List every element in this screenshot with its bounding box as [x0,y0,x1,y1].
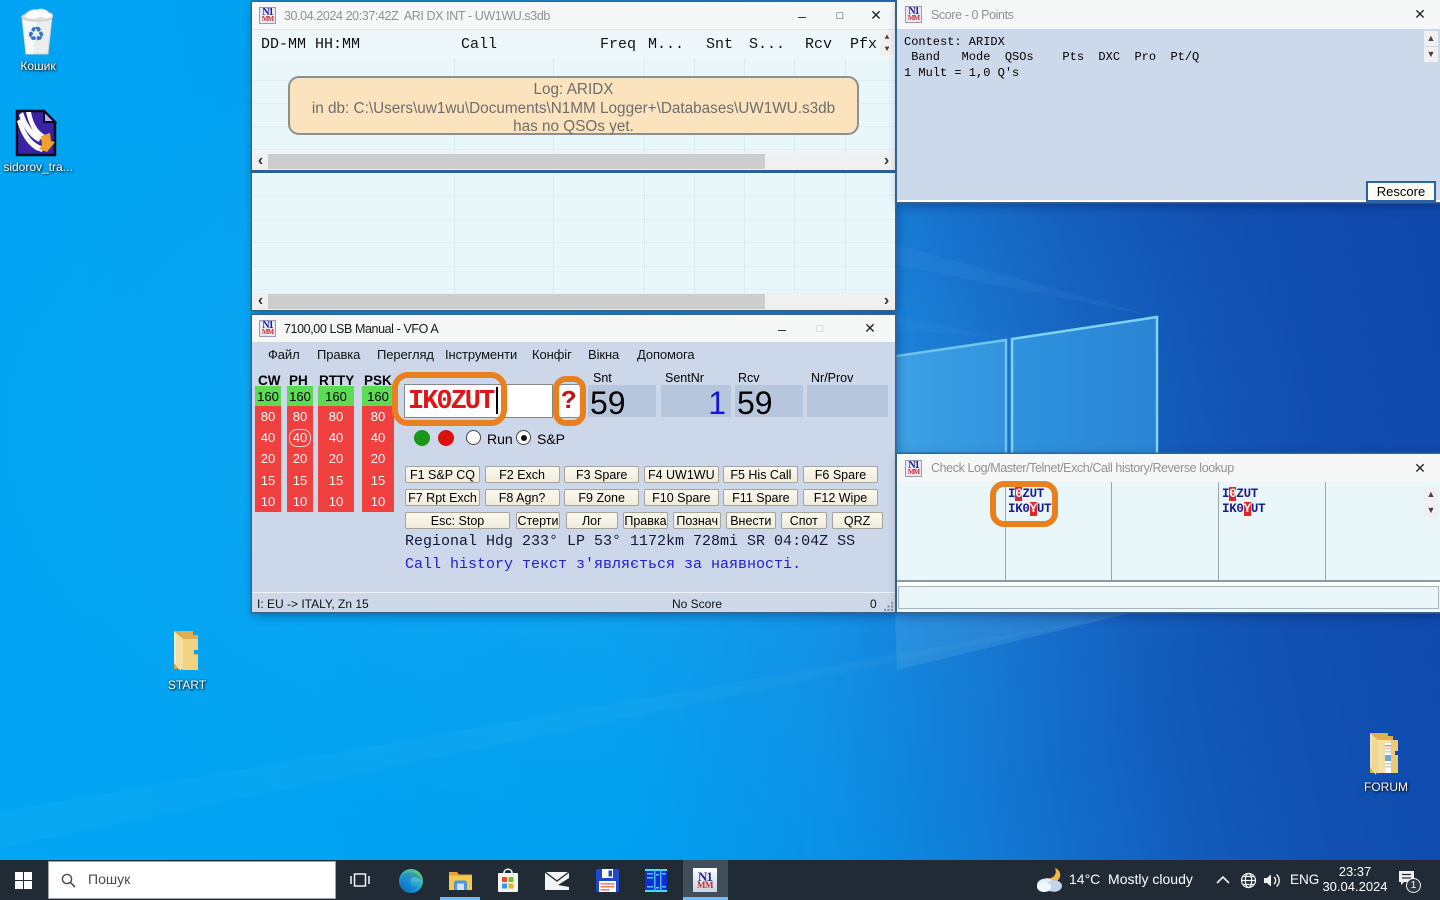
svg-text:♻: ♻ [27,24,45,46]
